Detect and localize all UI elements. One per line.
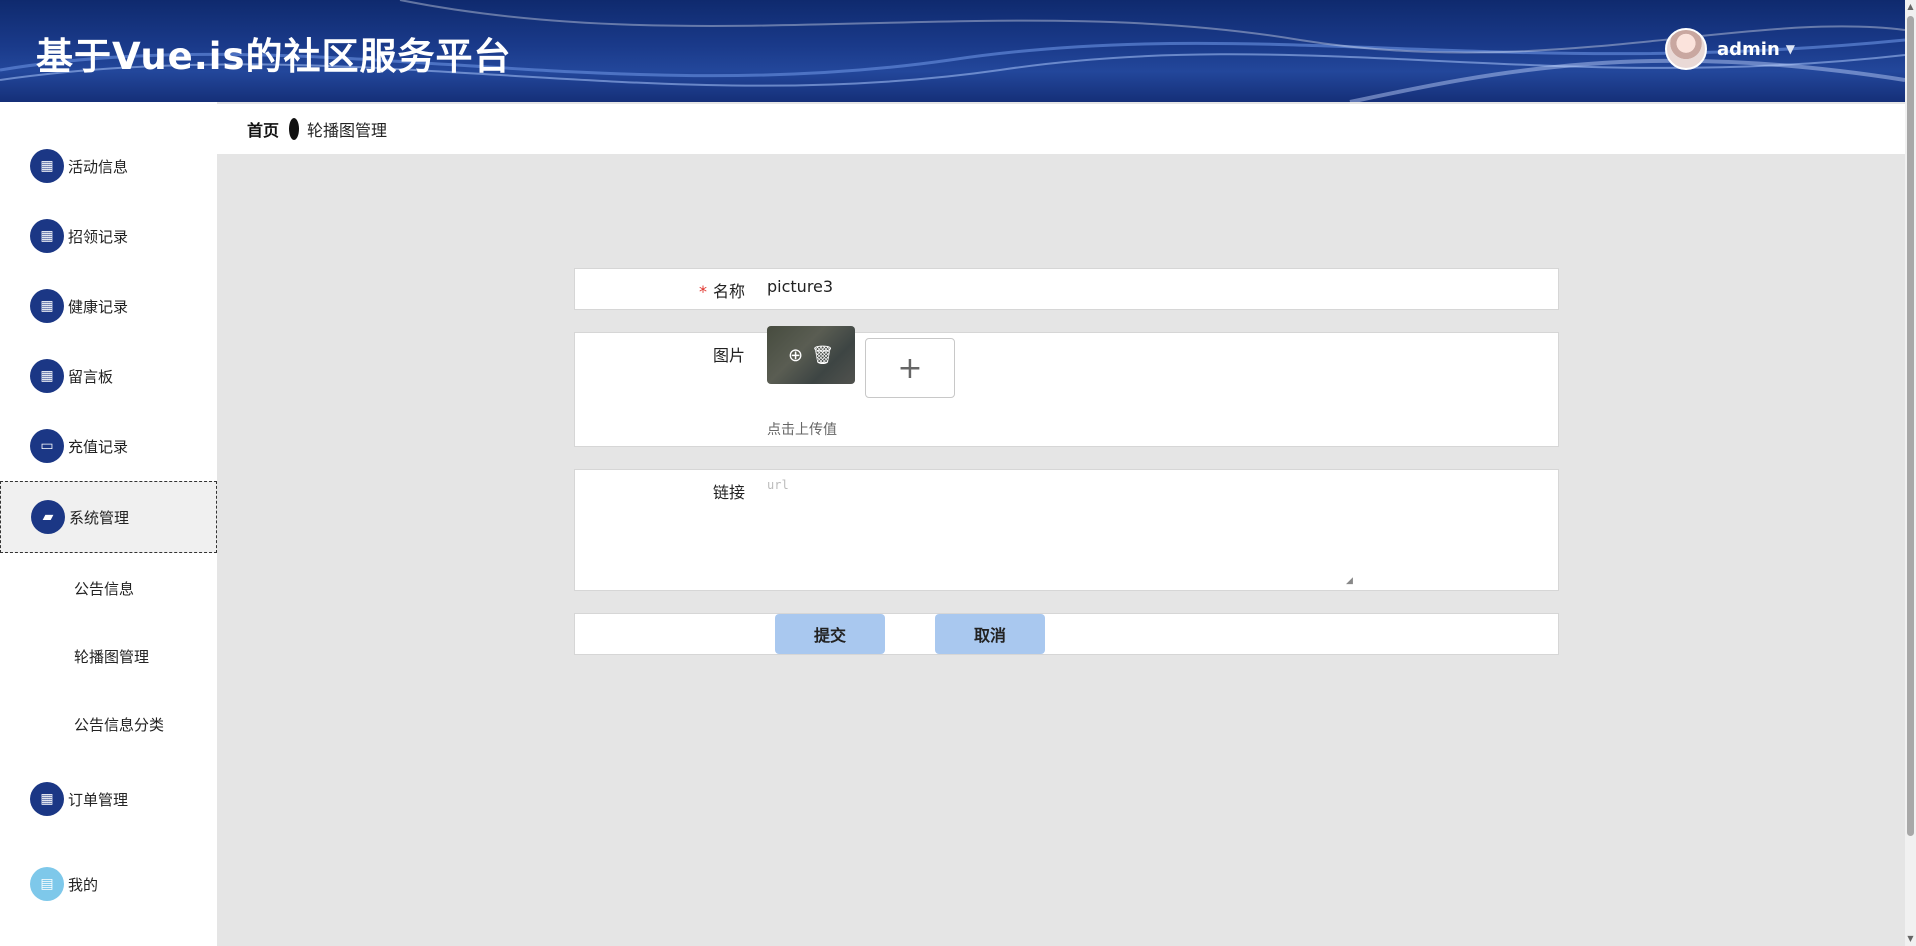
sidebar-subitem-announcements[interactable]: 公告信息	[74, 578, 134, 599]
sidebar-item-lost-found[interactable]: ▦ 招领记录	[0, 201, 217, 271]
sidebar-item-activity[interactable]: ▦ 活动信息	[0, 131, 217, 201]
resize-handle-icon[interactable]: ◢	[1346, 576, 1356, 586]
image-form-row: 图片 ⊕ 🗑 + 点击上传值	[574, 326, 1559, 447]
sidebar-item-health[interactable]: ▦ 健康记录	[0, 271, 217, 341]
username[interactable]: admin	[1717, 39, 1780, 60]
required-mark: *	[698, 282, 707, 301]
trash-icon[interactable]: 🗑	[811, 345, 834, 366]
grid-icon: ▦	[30, 219, 64, 253]
grid-icon: ▦	[30, 289, 64, 323]
zoom-in-icon[interactable]: ⊕	[788, 345, 803, 366]
submit-button[interactable]: 提交	[775, 614, 885, 654]
scroll-thumb[interactable]	[1907, 16, 1914, 836]
link-label: 链接	[712, 483, 745, 502]
scroll-up-arrow-icon[interactable]: ▲	[1905, 0, 1916, 14]
sidebar-item-label: 健康记录	[68, 297, 129, 316]
sidebar-subitem-carousel[interactable]: 轮播图管理	[74, 646, 149, 667]
avatar[interactable]	[1664, 28, 1707, 70]
page-scrollbar[interactable]: ▲ ▼	[1905, 0, 1916, 946]
sidebar-item-label: 系统管理	[69, 508, 130, 527]
image-label: 图片	[712, 346, 745, 365]
sidebar: ▦ 活动信息 ▦ 招领记录 ▦ 健康记录 ▦ 留言板 ▭ 充值记录 ▰ 系统管理…	[0, 102, 217, 946]
uploaded-image-thumbnail[interactable]: ⊕ 🗑	[767, 326, 855, 384]
app-header: 基于Vue.is的社区服务平台 admin ▼	[0, 0, 1905, 102]
cancel-button[interactable]: 取消	[935, 614, 1045, 654]
name-label: * 名称	[698, 282, 745, 301]
breadcrumb-home[interactable]: 首页	[247, 117, 279, 141]
grid-icon: ▦	[30, 782, 64, 816]
ticket-icon: ▰	[31, 500, 65, 534]
monitor-icon: ▭	[30, 429, 64, 463]
name-form-row: * 名称 picture3	[574, 268, 1559, 310]
sidebar-item-label: 招领记录	[68, 227, 129, 246]
sidebar-item-orders[interactable]: ▦ 订单管理	[0, 764, 217, 834]
sidebar-item-recharge[interactable]: ▭ 充值记录	[0, 411, 217, 481]
chevron-down-icon[interactable]: ▼	[1786, 42, 1795, 56]
grid-icon: ▦	[30, 149, 64, 183]
breadcrumb: 首页 轮播图管理	[217, 104, 1905, 154]
upload-hint: 点击上传值	[767, 422, 837, 438]
card-icon: ▤	[30, 867, 64, 901]
breadcrumb-separator-icon	[289, 118, 300, 140]
sidebar-item-message-board[interactable]: ▦ 留言板	[0, 341, 217, 411]
breadcrumb-current: 轮播图管理	[307, 121, 388, 140]
actions-form-row: 提交 取消	[574, 613, 1559, 655]
grid-icon: ▦	[30, 359, 64, 393]
scroll-down-arrow-icon[interactable]: ▼	[1905, 932, 1916, 946]
sidebar-item-label: 活动信息	[68, 157, 129, 176]
app-title: 基于Vue.is的社区服务平台	[36, 35, 512, 78]
upload-add-button[interactable]: +	[865, 338, 955, 398]
sidebar-item-label: 订单管理	[68, 790, 129, 809]
name-input[interactable]: picture3	[767, 277, 833, 296]
link-form-row: 链接 ◢	[574, 469, 1559, 591]
sidebar-item-mine[interactable]: ▤ 我的	[0, 849, 217, 919]
sidebar-subitem-announcement-categories[interactable]: 公告信息分类	[74, 714, 164, 735]
sidebar-item-label: 留言板	[68, 367, 114, 386]
url-textarea[interactable]	[767, 478, 1547, 588]
user-menu[interactable]: admin ▼	[1664, 28, 1795, 70]
sidebar-item-system[interactable]: ▰ 系统管理	[0, 481, 217, 553]
sidebar-item-label: 我的	[68, 875, 99, 894]
sidebar-item-label: 充值记录	[68, 437, 129, 456]
